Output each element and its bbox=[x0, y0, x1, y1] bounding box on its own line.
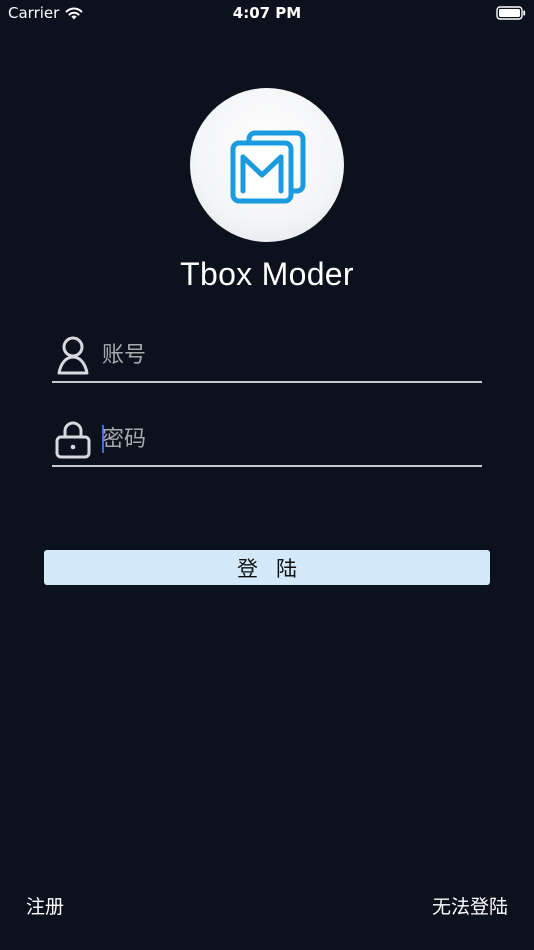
password-field bbox=[52, 415, 482, 467]
status-bar: Carrier 4:07 PM bbox=[0, 0, 534, 28]
app-title: Tbox Moder bbox=[180, 256, 354, 292]
login-button[interactable]: 登陆 bbox=[44, 550, 490, 585]
battery-icon bbox=[496, 6, 526, 20]
account-field bbox=[52, 331, 482, 383]
user-icon bbox=[57, 336, 89, 375]
cant-login-link[interactable]: 无法登陆 bbox=[432, 892, 508, 919]
status-time: 4:07 PM bbox=[232, 4, 302, 22]
lock-icon bbox=[55, 421, 91, 459]
mail-logo-icon bbox=[230, 130, 306, 204]
register-link[interactable]: 注册 bbox=[26, 892, 64, 919]
app-logo bbox=[190, 88, 344, 242]
account-input[interactable] bbox=[102, 337, 472, 373]
password-input[interactable] bbox=[102, 421, 472, 457]
